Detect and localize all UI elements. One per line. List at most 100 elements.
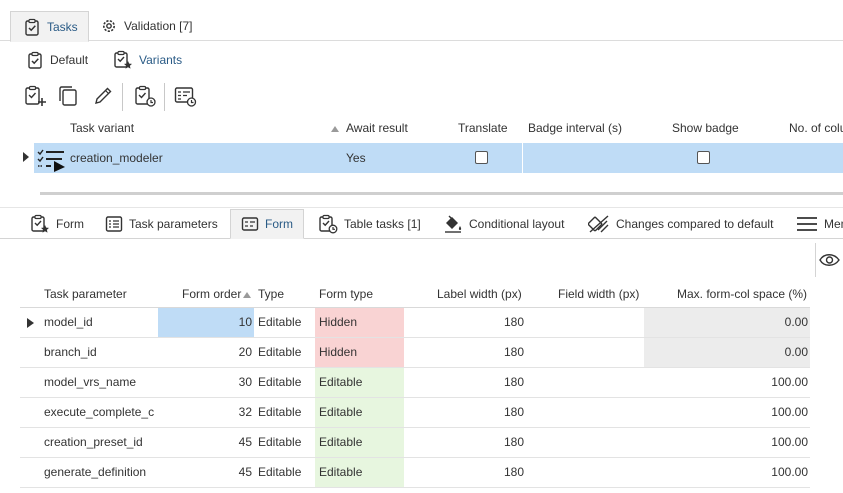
cell-form-type[interactable]: Editable xyxy=(315,398,404,427)
col-label-width[interactable]: Label width (px) xyxy=(437,287,522,305)
cell-order[interactable]: 30 xyxy=(158,368,254,397)
cell-form-type[interactable]: Hidden xyxy=(315,308,404,337)
cell-order[interactable]: 10 xyxy=(158,308,254,337)
cell-field-width[interactable] xyxy=(524,338,644,367)
show-badge-checkbox[interactable] xyxy=(697,151,710,164)
tab-conditional-layout[interactable]: Conditional layout xyxy=(433,209,574,238)
table-row[interactable]: model_id 10 Editable Hidden 180 0.00 xyxy=(20,308,810,338)
edit-pencil-icon[interactable] xyxy=(90,83,116,109)
cell-type[interactable]: Editable xyxy=(258,368,316,397)
cell-label-width[interactable]: 180 xyxy=(404,338,524,367)
cell-form-type[interactable]: Hidden xyxy=(315,338,404,367)
tab-label: Men xyxy=(824,216,843,231)
tab-tasks[interactable]: Tasks xyxy=(10,11,89,42)
compare-icon xyxy=(588,214,610,234)
cell-field-width[interactable] xyxy=(524,458,644,487)
table-row[interactable]: model_vrs_name 30 Editable Editable 180 100.0… xyxy=(20,368,810,398)
cell-max-space[interactable]: 0.00 xyxy=(644,308,810,337)
table-row[interactable]: execute_complete_c 32 Editable Editable 180 1… xyxy=(20,398,810,428)
copy-icon[interactable] xyxy=(55,83,81,109)
sort-asc-icon xyxy=(331,126,339,132)
tab-label: Form xyxy=(56,216,84,231)
view-toggle-button[interactable] xyxy=(815,243,843,277)
sort-asc-icon xyxy=(243,292,251,298)
col-task-variant[interactable]: Task variant xyxy=(70,121,134,141)
cell-order[interactable]: 45 xyxy=(158,458,254,487)
toolbar-separator xyxy=(164,83,165,111)
cell-form-type[interactable]: Editable xyxy=(315,428,404,457)
cell-order[interactable]: 45 xyxy=(158,428,254,457)
clipboard-star-icon xyxy=(30,214,50,234)
cell-order[interactable]: 32 xyxy=(158,398,254,427)
cell-form-type[interactable]: Editable xyxy=(315,368,404,397)
cell-order[interactable]: 20 xyxy=(158,338,254,367)
menu-icon xyxy=(796,215,818,233)
col-show-badge[interactable]: Show badge xyxy=(672,121,739,141)
col-max-form-col-space[interactable]: Max. form-col space (%) xyxy=(677,287,807,305)
cell-field-width[interactable] xyxy=(524,398,644,427)
top-tab-bar: Tasks Validation [7] xyxy=(0,0,843,42)
table-row[interactable]: creation_preset_id 45 Editable Editable 180 1… xyxy=(20,428,810,458)
cell-label-width[interactable]: 180 xyxy=(404,458,524,487)
task-variant-value: creation_modeler xyxy=(70,151,163,165)
cell-label-width[interactable]: 180 xyxy=(404,428,524,457)
cell-max-space[interactable]: 100.00 xyxy=(644,458,810,487)
lower-tab-baseline xyxy=(0,238,843,239)
tab-validation[interactable]: Validation [7] xyxy=(88,11,203,41)
cell-label-width[interactable]: 180 xyxy=(404,368,524,397)
subtab-default-label: Default xyxy=(50,53,89,67)
column-divider xyxy=(522,143,523,173)
col-task-parameter[interactable]: Task parameter xyxy=(44,287,127,305)
tab-form-variant[interactable]: Form xyxy=(20,209,94,238)
cell-field-width[interactable] xyxy=(524,368,644,397)
cell-field-width[interactable] xyxy=(524,428,644,457)
form-refresh-icon[interactable] xyxy=(172,83,198,109)
cell-max-space[interactable]: 100.00 xyxy=(644,428,810,457)
tab-form[interactable]: Form xyxy=(230,209,304,239)
row-expand-arrow-icon[interactable] xyxy=(22,152,30,162)
col-badge-interval[interactable]: Badge interval (s) xyxy=(528,121,622,141)
toolbar-separator xyxy=(122,83,123,111)
tab-task-parameters[interactable]: Task parameters xyxy=(95,209,228,238)
col-form-order[interactable]: Form order xyxy=(182,287,241,305)
table-row[interactable]: generate_definition 45 Editable Editable 180… xyxy=(20,458,810,488)
task-list-run-icon xyxy=(37,148,67,172)
tab-label: Task parameters xyxy=(129,216,218,231)
cell-type[interactable]: Editable xyxy=(258,398,316,427)
cell-label-width[interactable]: 180 xyxy=(404,308,524,337)
cell-field-width[interactable] xyxy=(524,308,644,337)
form-icon xyxy=(241,215,259,233)
cell-type[interactable]: Editable xyxy=(258,428,316,457)
divider xyxy=(0,207,843,208)
tab-validation-label: Validation [7] xyxy=(124,19,193,33)
splitter-bar[interactable] xyxy=(40,192,843,195)
add-task-icon[interactable] xyxy=(22,83,48,109)
tab-label: Changes compared to default xyxy=(616,216,774,231)
cell-type[interactable]: Editable xyxy=(258,338,316,367)
cell-type[interactable]: Editable xyxy=(258,308,316,337)
translate-checkbox[interactable] xyxy=(475,151,488,164)
cell-max-space[interactable]: 100.00 xyxy=(644,398,810,427)
col-field-width[interactable]: Field width (px) xyxy=(558,287,639,305)
col-translate[interactable]: Translate xyxy=(458,121,508,141)
cell-label-width[interactable]: 180 xyxy=(404,398,524,427)
col-await-result[interactable]: Await result xyxy=(346,121,408,141)
cell-type[interactable]: Editable xyxy=(258,458,316,487)
cell-form-type[interactable]: Editable xyxy=(315,458,404,487)
subtab-default[interactable]: Default xyxy=(26,47,88,73)
task-refresh-icon[interactable] xyxy=(132,83,158,109)
tab-changes-compared[interactable]: Changes compared to default xyxy=(578,209,783,238)
col-no-of-columns[interactable]: No. of colu xyxy=(789,121,843,141)
subtab-variants[interactable]: Variants xyxy=(113,47,182,73)
tab-tasks-label: Tasks xyxy=(47,19,78,34)
tab-menu[interactable]: Men xyxy=(786,209,843,238)
tab-table-tasks[interactable]: Table tasks [1] xyxy=(308,209,431,238)
tab-label: Table tasks [1] xyxy=(344,216,421,231)
col-form-type[interactable]: Form type xyxy=(319,287,373,305)
table-row[interactable]: branch_id 20 Editable Hidden 180 0.00 xyxy=(20,338,810,368)
cell-max-space[interactable]: 100.00 xyxy=(644,368,810,397)
cell-max-space[interactable]: 0.00 xyxy=(644,338,810,367)
table-row-selected[interactable]: creation_modeler Yes xyxy=(34,143,843,173)
col-type[interactable]: Type xyxy=(258,287,284,305)
tab-label: Form xyxy=(265,217,293,231)
